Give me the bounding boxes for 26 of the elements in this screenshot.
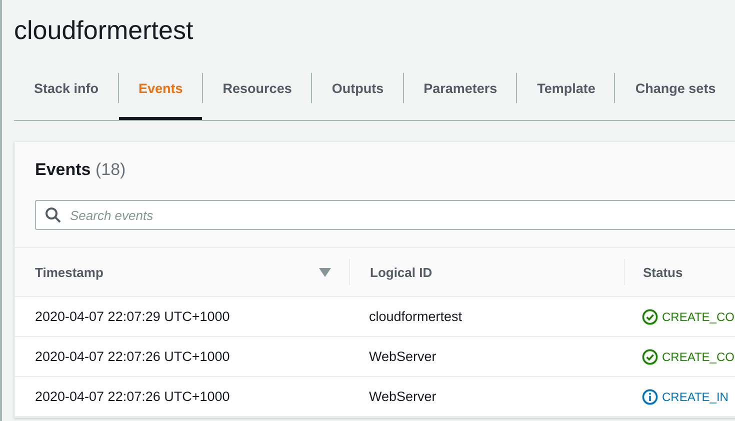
table-cell: 2020-04-07 22:07:26 UTC+1000 — [35, 389, 230, 404]
tab[interactable]: Template — [517, 56, 614, 120]
tab[interactable]: Stack info — [14, 56, 118, 120]
column-header[interactable]: Status — [643, 264, 683, 280]
column-header[interactable]: Timestamp — [35, 264, 104, 280]
check-circle-icon — [642, 348, 658, 364]
sort-caret-icon[interactable] — [319, 268, 331, 276]
tab[interactable]: Resources — [202, 56, 311, 120]
events-heading: Events (18) — [34, 159, 127, 181]
table-cell: 2020-04-07 22:07:29 UTC+1000 — [35, 309, 230, 324]
tab[interactable]: Parameters — [404, 56, 516, 120]
column-header[interactable]: Logical ID — [370, 264, 432, 280]
table-cell: WebServer — [369, 389, 436, 404]
table-cell: WebServer — [369, 349, 436, 364]
info-icon — [642, 388, 658, 404]
search-icon — [45, 207, 61, 223]
stack-title: cloudformertest — [14, 14, 194, 47]
tab[interactable]: Change sets — [615, 56, 735, 120]
status-text: CREATE_CO — [662, 350, 734, 364]
status-text: CREATE_CO — [662, 310, 734, 324]
search-field[interactable]: Search events — [35, 200, 735, 230]
check-circle-icon — [642, 308, 658, 324]
status-text: CREATE_IN — [662, 390, 728, 404]
tab[interactable]: Outputs — [312, 56, 403, 120]
table-cell: 2020-04-07 22:07:26 UTC+1000 — [35, 349, 230, 364]
table-cell: cloudformertest — [369, 309, 462, 324]
